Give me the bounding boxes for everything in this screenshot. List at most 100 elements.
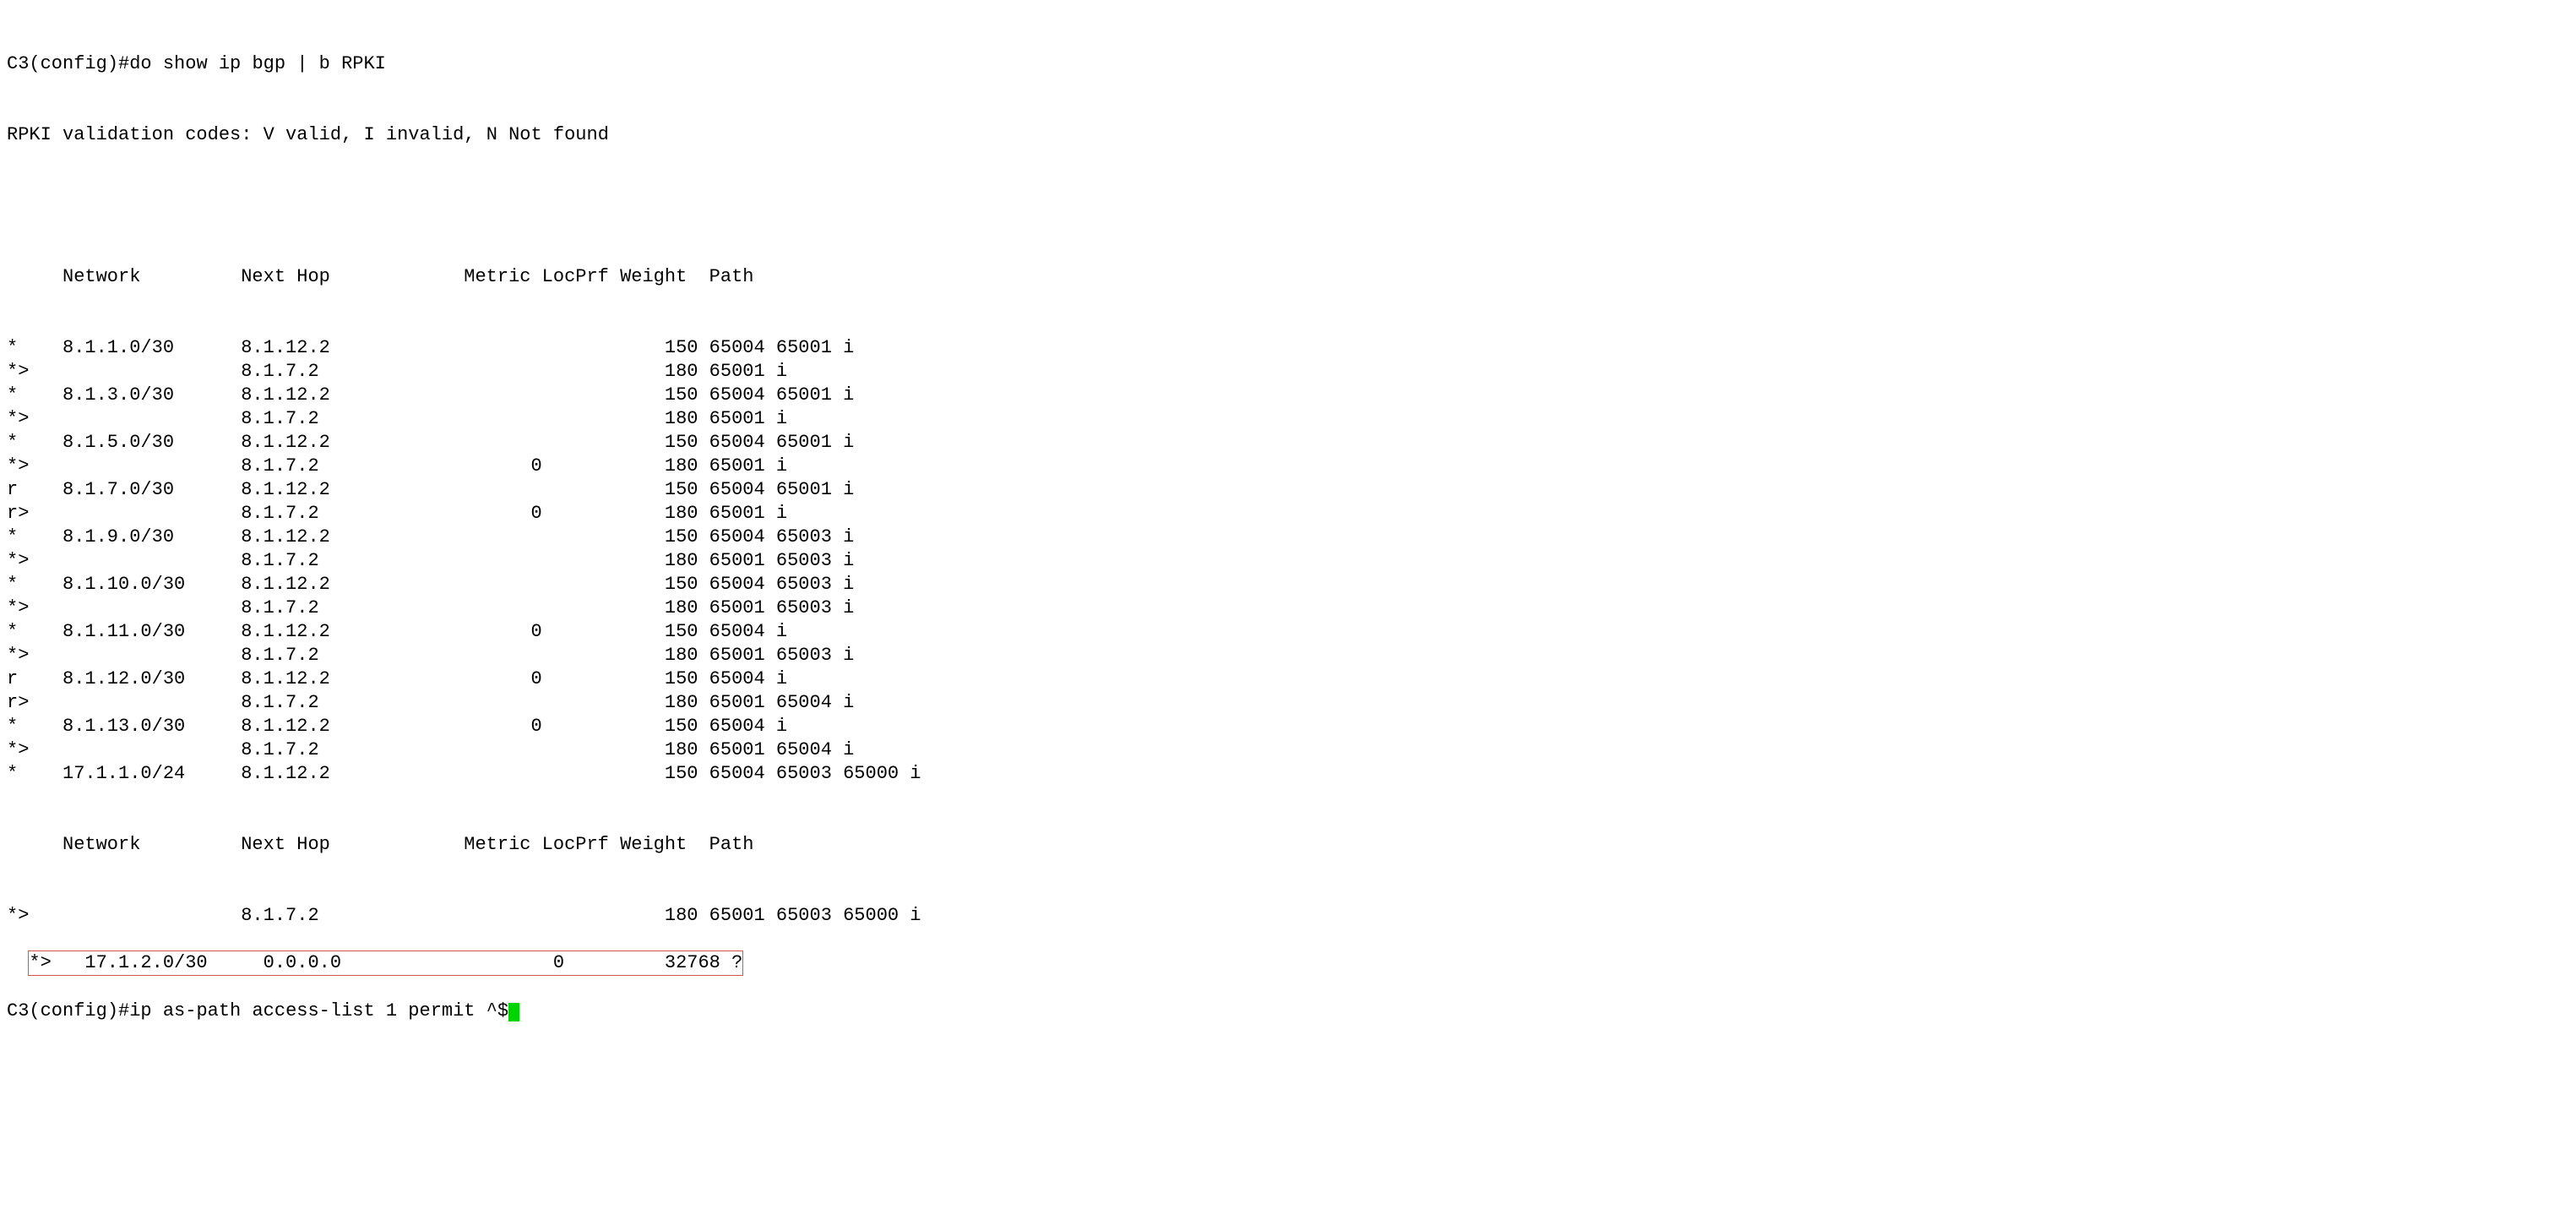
cell-weight: 180: [620, 360, 698, 384]
cell-nexthop: 8.1.12.2: [241, 715, 464, 738]
cell-metric: 0: [464, 667, 541, 691]
table-row: *>8.1.7.218065001 65003 65000 i: [7, 904, 2569, 928]
cell-nexthop: 8.1.12.2: [241, 762, 464, 786]
cell-network: 8.1.12.0/30: [62, 667, 241, 691]
terminal-output[interactable]: C3(config)#do show ip bgp | b RPKI RPKI …: [0, 0, 2576, 1052]
cell-path: ?: [720, 951, 742, 975]
header-metric: Metric: [464, 833, 541, 857]
cell-path: 65001 65003 i: [698, 644, 854, 667]
cell-nexthop: 8.1.12.2: [241, 526, 464, 549]
cell-path: 65001 65003 65000 i: [698, 904, 921, 928]
table-row: *8.1.13.0/308.1.12.2015065004 i: [7, 715, 2569, 738]
command-text: do show ip bgp | b RPKI: [129, 53, 386, 74]
header-weight: Weight: [620, 833, 698, 857]
cell-weight: 150: [620, 573, 698, 596]
cell-path: 65004 65003 65000 i: [698, 762, 921, 786]
table-row: *>8.1.7.218065001 65003 i: [7, 644, 2569, 667]
table-row: *> 8.1.7.2 18065001 65003 i: [7, 549, 2569, 573]
cell-status: r: [7, 667, 62, 691]
cell-nexthop: 8.1.7.2: [241, 360, 464, 384]
cell-weight: 32768: [642, 951, 720, 975]
cell-status: *: [7, 573, 62, 596]
table-row: *>8.1.7.218065001 i: [7, 407, 2569, 431]
cell-path: 65004 65003 i: [698, 573, 854, 596]
cell-nexthop: 8.1.12.2: [241, 336, 464, 360]
cell-status: *: [7, 336, 62, 360]
cell-path: 65001 i: [698, 502, 787, 526]
header-locprf: LocPrf: [542, 833, 620, 857]
cell-metric: 0: [464, 455, 541, 478]
command-line-2: C3(config)#ip as-path access-list 1 perm…: [7, 1000, 2569, 1023]
cell-nexthop: 8.1.7.2: [241, 549, 464, 573]
table-row: *>8.1.7.218065001 65004 i: [7, 738, 2569, 762]
prompt: C3(config)#: [7, 53, 129, 74]
prompt: C3(config)#: [7, 1000, 129, 1021]
cell-network: 8.1.5.0/30: [62, 431, 241, 455]
cell-nexthop: 8.1.12.2: [241, 384, 464, 407]
table-row: *8.1.10.0/308.1.12.215065004 65003 i: [7, 573, 2569, 596]
cell-network: 8.1.11.0/30: [62, 620, 241, 644]
cell-status: r: [7, 478, 62, 502]
cell-nexthop: 8.1.7.2: [241, 455, 464, 478]
table-row: *17.1.1.0/248.1.12.215065004 65003 65000…: [7, 762, 2569, 786]
cell-path: 65001 65003 i: [698, 596, 854, 620]
cell-weight: 150: [620, 431, 698, 455]
header-path: Path: [698, 833, 753, 857]
cell-status: *>: [7, 644, 62, 667]
header-nexthop: Next Hop: [241, 265, 464, 289]
cell-network: 8.1.10.0/30: [62, 573, 241, 596]
cell-weight: 180: [620, 407, 698, 431]
cell-weight: 150: [620, 762, 698, 786]
cell-path: 65004 65003 i: [698, 526, 854, 549]
header-network: Network: [62, 833, 241, 857]
cell-nexthop: 8.1.12.2: [241, 620, 464, 644]
highlighted-route-row: *>17.1.2.0/300.0.0.0032768?: [28, 950, 743, 976]
table-row: *8.1.1.0/308.1.12.215065004 65001 i: [7, 336, 2569, 360]
cell-weight: 180: [620, 596, 698, 620]
cell-path: 65004 65001 i: [698, 384, 854, 407]
header-locprf: LocPrf: [542, 265, 620, 289]
cell-path: 65001 i: [698, 360, 787, 384]
command-text: ip as-path access-list 1 permit ^$: [129, 1000, 508, 1021]
cell-weight: 180: [620, 549, 698, 573]
cell-path: 65001 65004 i: [698, 738, 854, 762]
cell-status: *: [7, 715, 62, 738]
cell-status: *>: [7, 407, 62, 431]
cell-status: *>: [29, 951, 84, 975]
cell-path: 65001 65003 i: [698, 549, 854, 573]
cell-status: *>: [7, 596, 62, 620]
cell-weight: 180: [620, 644, 698, 667]
table-row: *> 8.1.7.2 18065001 i: [7, 360, 2569, 384]
cell-path: 65001 65004 i: [698, 691, 854, 715]
header-metric: Metric: [464, 265, 541, 289]
cell-status: *>: [7, 904, 62, 928]
table-row: *8.1.11.0/308.1.12.2015065004 i: [7, 620, 2569, 644]
cell-status: *>: [7, 549, 62, 573]
cell-path: 65004 65001 i: [698, 431, 854, 455]
cell-nexthop: 8.1.7.2: [241, 596, 464, 620]
cell-nexthop: 8.1.7.2: [241, 738, 464, 762]
cell-metric: 0: [464, 620, 541, 644]
table-row: r8.1.7.0/308.1.12.215065004 65001 i: [7, 478, 2569, 502]
cell-status: *>: [7, 360, 62, 384]
blank-line: [7, 194, 2569, 218]
cell-status: *: [7, 431, 62, 455]
table-row: *8.1.3.0/308.1.12.215065004 65001 i: [7, 384, 2569, 407]
cell-weight: 180: [620, 502, 698, 526]
cell-weight: 180: [620, 738, 698, 762]
table-row: *8.1.5.0/308.1.12.2 15065004 65001 i: [7, 431, 2569, 455]
cell-nexthop: 8.1.12.2: [241, 478, 464, 502]
cell-weight: 150: [620, 715, 698, 738]
header-path: Path: [698, 265, 753, 289]
cell-metric: 0: [464, 502, 541, 526]
cell-path: 65004 i: [698, 715, 787, 738]
cell-status: *: [7, 526, 62, 549]
table-row: r>8.1.7.2018065001 i: [7, 502, 2569, 526]
cursor-icon: [508, 1003, 519, 1021]
cell-nexthop: 8.1.7.2: [241, 904, 464, 928]
cell-nexthop: 8.1.12.2: [241, 431, 464, 455]
cell-network: 8.1.7.0/30: [62, 478, 241, 502]
cell-weight: 150: [620, 478, 698, 502]
cell-weight: 180: [620, 455, 698, 478]
header-nexthop: Next Hop: [241, 833, 464, 857]
